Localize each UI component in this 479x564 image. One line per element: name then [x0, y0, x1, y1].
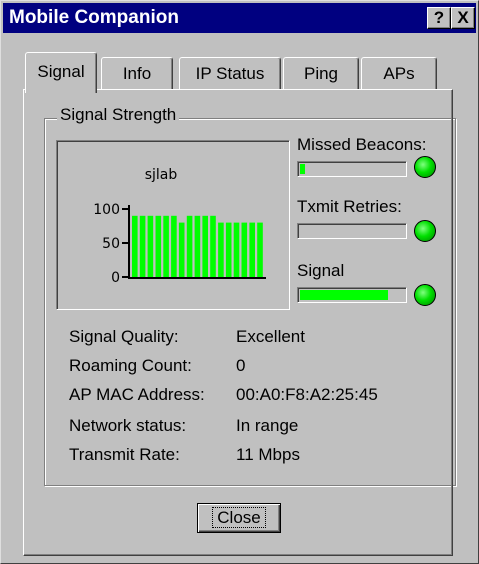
tab-label: Ping: [303, 64, 339, 83]
tab-ping[interactable]: Ping: [283, 57, 359, 90]
tab-aps[interactable]: APs: [361, 57, 437, 90]
tab-label: APs: [383, 64, 415, 83]
tab-panel-signal: [23, 89, 453, 556]
tab-label: Info: [122, 64, 152, 83]
tab-label: Signal: [37, 62, 85, 81]
help-icon[interactable]: ?: [427, 7, 451, 29]
tab-ip-status[interactable]: IP Status: [179, 57, 281, 90]
title-bar[interactable]: Mobile Companion ? X: [3, 3, 476, 33]
tab-label: IP Status: [195, 64, 265, 83]
tab-info[interactable]: Info: [101, 57, 173, 90]
window-title: Mobile Companion: [9, 7, 179, 28]
close-icon[interactable]: X: [451, 7, 475, 29]
mobile-companion-window: Mobile Companion ? X Signal Info IP Stat…: [0, 0, 479, 564]
tab-signal[interactable]: Signal: [25, 52, 97, 93]
